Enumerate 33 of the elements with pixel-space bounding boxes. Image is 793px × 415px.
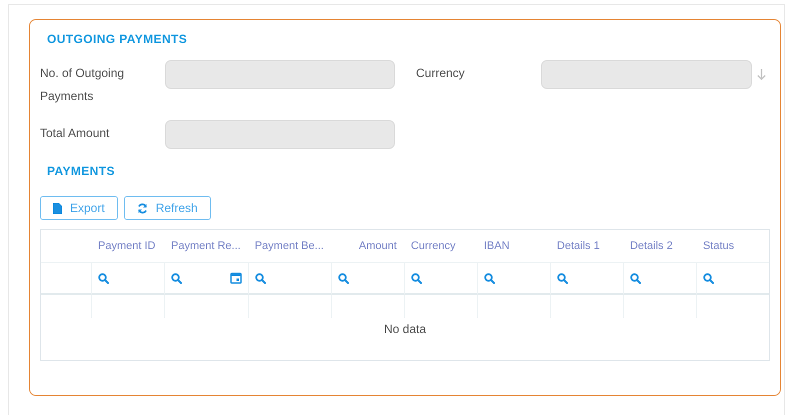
search-icon[interactable]: [556, 272, 568, 284]
search-icon[interactable]: [630, 272, 641, 284]
column-header[interactable]: Currency: [410, 240, 456, 252]
column-header[interactable]: Amount: [358, 240, 397, 252]
field-label: Total Amount: [40, 125, 110, 142]
search-icon[interactable]: [484, 272, 495, 284]
calendar-icon[interactable]: [230, 272, 242, 284]
field-label: No. of Outgoing Payments: [40, 65, 126, 105]
column-header[interactable]: Payment ID: [98, 240, 156, 252]
column-header[interactable]: Payment Re...: [171, 240, 241, 252]
search-icon[interactable]: [410, 272, 422, 284]
export-button[interactable]: Export: [40, 196, 118, 220]
search-icon[interactable]: [171, 272, 182, 284]
column-header[interactable]: Details 2: [630, 240, 673, 252]
search-icon[interactable]: [338, 272, 349, 284]
refresh-button[interactable]: Refresh: [124, 196, 211, 220]
column-header[interactable]: Details 1: [556, 240, 600, 252]
search-icon[interactable]: [98, 272, 109, 284]
search-icon[interactable]: [702, 272, 714, 284]
dropdown-field[interactable]: [541, 60, 752, 89]
column-header[interactable]: Status: [702, 240, 734, 252]
input-field[interactable]: [165, 120, 395, 149]
empty-message: No data: [384, 322, 426, 336]
refresh-icon: [136, 202, 148, 214]
section-title: OUTGOING PAYMENTS: [47, 32, 188, 46]
column-header[interactable]: Payment Be...: [254, 240, 324, 252]
input-field[interactable]: [165, 60, 395, 89]
column-header[interactable]: IBAN: [484, 240, 510, 252]
section-title: PAYMENTS: [47, 164, 115, 178]
arrow-down-icon[interactable]: [757, 69, 766, 80]
search-icon[interactable]: [254, 272, 266, 284]
document-icon: [53, 202, 62, 214]
field-label: Currency: [416, 65, 466, 82]
